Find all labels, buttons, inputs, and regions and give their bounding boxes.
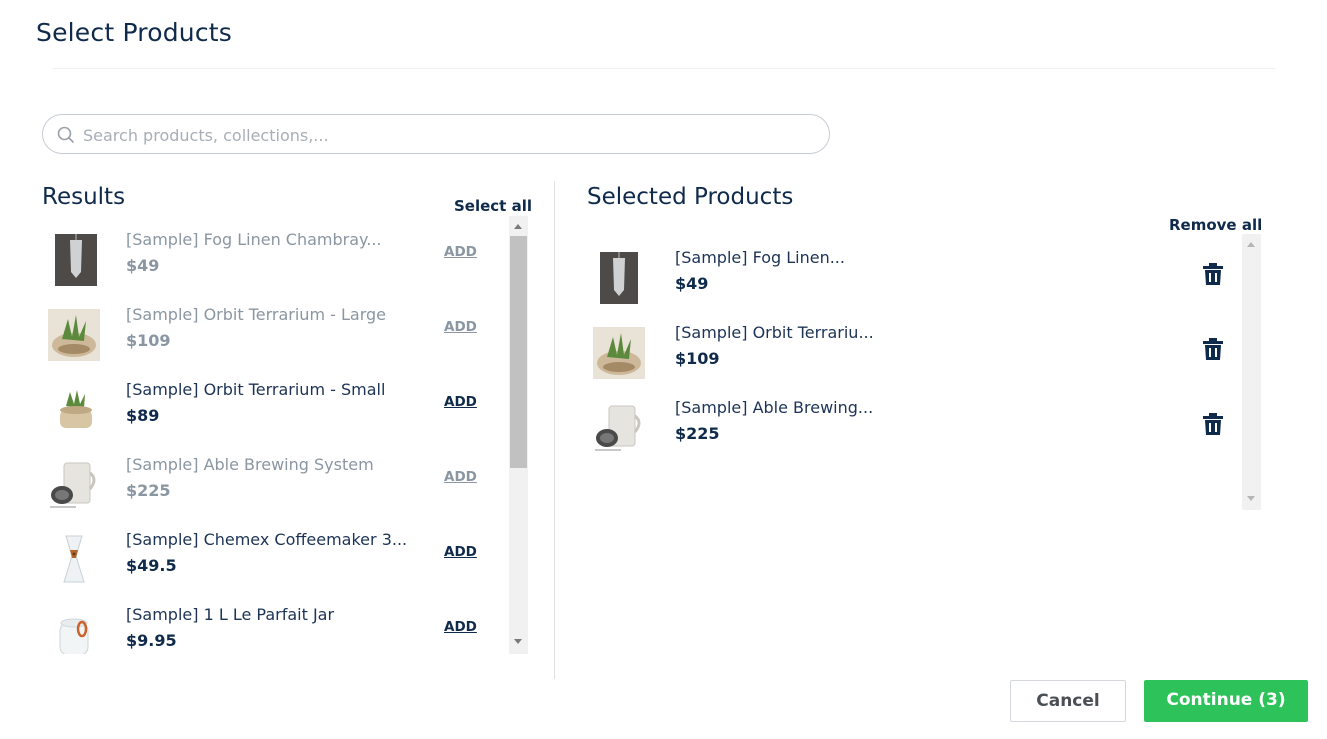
add-button[interactable]: ADD bbox=[444, 244, 477, 260]
header-divider bbox=[52, 68, 1276, 69]
add-button[interactable]: ADD bbox=[444, 544, 477, 560]
product-name: [Sample] Orbit Terrarium - Large bbox=[126, 305, 386, 324]
list-item: [Sample] Chemex Coffeemaker 3... $49.5 A… bbox=[42, 516, 508, 591]
product-name: [Sample] Chemex Coffeemaker 3... bbox=[126, 530, 408, 549]
column-divider bbox=[554, 181, 555, 679]
le-parfait-jar-thumb bbox=[48, 609, 100, 654]
product-price: $49.5 bbox=[126, 556, 177, 575]
product-price: $49 bbox=[126, 256, 160, 275]
product-price: $9.95 bbox=[126, 631, 177, 650]
scroll-up-arrow-icon[interactable] bbox=[514, 224, 522, 229]
selected-heading: Selected Products bbox=[587, 184, 794, 210]
add-button[interactable]: ADD bbox=[444, 394, 477, 410]
trash-icon[interactable] bbox=[1203, 413, 1223, 435]
list-item: [Sample] Able Brewing... $225 bbox=[587, 384, 1241, 459]
results-heading: Results bbox=[42, 184, 126, 210]
list-item: [Sample] Fog Linen Chambray... $49 ADD bbox=[42, 216, 508, 291]
continue-button[interactable]: Continue (3) bbox=[1144, 680, 1308, 722]
product-name: [Sample] Fog Linen... bbox=[675, 248, 845, 267]
results-scrollbar[interactable] bbox=[509, 216, 528, 654]
select-all-button[interactable]: Select all bbox=[454, 197, 532, 215]
add-button[interactable]: ADD bbox=[444, 469, 477, 485]
list-item: [Sample] Orbit Terrariu... $109 bbox=[587, 309, 1241, 384]
product-name: [Sample] Able Brewing System bbox=[126, 455, 374, 474]
results-list: [Sample] Fog Linen Chambray... $49 ADD [… bbox=[42, 216, 508, 654]
list-item: [Sample] Orbit Terrarium - Large $109 AD… bbox=[42, 291, 508, 366]
add-button[interactable]: ADD bbox=[444, 619, 477, 635]
selected-scrollbar[interactable] bbox=[1242, 234, 1261, 510]
cancel-button[interactable]: Cancel bbox=[1010, 680, 1126, 722]
trash-icon[interactable] bbox=[1203, 263, 1223, 285]
scroll-down-arrow-icon[interactable] bbox=[514, 639, 522, 644]
list-item: [Sample] Able Brewing System $225 ADD bbox=[42, 441, 508, 516]
remove-all-button[interactable]: Remove all bbox=[1169, 216, 1262, 234]
selected-list: [Sample] Fog Linen... $49 [Sample] Orbit… bbox=[587, 234, 1241, 510]
product-name: [Sample] Fog Linen Chambray... bbox=[126, 230, 382, 249]
orbit-terrarium-large-thumb bbox=[593, 327, 645, 379]
able-brewing-thumb bbox=[593, 402, 645, 454]
product-price: $225 bbox=[675, 424, 720, 443]
chemex-thumb bbox=[48, 534, 100, 586]
product-price: $49 bbox=[675, 274, 709, 293]
list-item: [Sample] 1 L Le Parfait Jar $9.95 ADD bbox=[42, 591, 508, 654]
product-name: [Sample] Orbit Terrarium - Small bbox=[126, 380, 386, 399]
able-brewing-thumb bbox=[48, 459, 100, 511]
product-price: $109 bbox=[126, 331, 171, 350]
list-item: [Sample] Orbit Terrarium - Small $89 ADD bbox=[42, 366, 508, 441]
product-price: $109 bbox=[675, 349, 720, 368]
trash-icon[interactable] bbox=[1203, 338, 1223, 360]
product-name: [Sample] Orbit Terrariu... bbox=[675, 323, 874, 342]
product-name: [Sample] Able Brewing... bbox=[675, 398, 874, 417]
search-box[interactable] bbox=[42, 114, 830, 154]
fog-linen-towel-thumb bbox=[600, 252, 638, 304]
orbit-terrarium-small-thumb bbox=[50, 384, 102, 436]
page-title: Select Products bbox=[36, 18, 233, 47]
orbit-terrarium-large-thumb bbox=[48, 309, 100, 361]
scroll-down-arrow-icon[interactable] bbox=[1247, 496, 1255, 501]
fog-linen-towel-thumb bbox=[55, 234, 97, 286]
list-item: [Sample] Fog Linen... $49 bbox=[587, 234, 1241, 309]
search-icon bbox=[57, 126, 74, 143]
scrollbar-thumb[interactable] bbox=[510, 236, 527, 468]
product-price: $89 bbox=[126, 406, 160, 425]
search-input[interactable] bbox=[81, 122, 815, 148]
add-button[interactable]: ADD bbox=[444, 319, 477, 335]
product-name: [Sample] 1 L Le Parfait Jar bbox=[126, 605, 335, 624]
scroll-up-arrow-icon[interactable] bbox=[1247, 242, 1255, 247]
product-price: $225 bbox=[126, 481, 171, 500]
